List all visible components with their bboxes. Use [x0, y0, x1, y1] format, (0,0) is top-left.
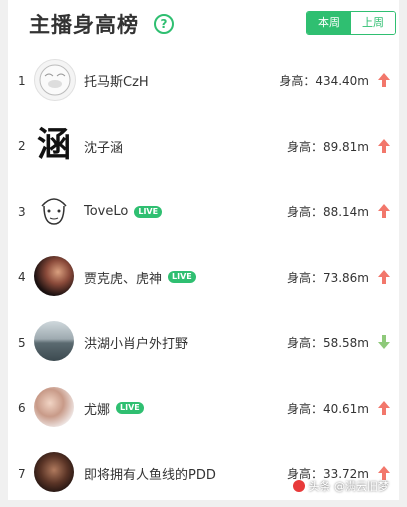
ranking-row[interactable]: 2 涵 沈子涵 身高：89.81m — [8, 114, 399, 180]
rank-number: 6 — [18, 401, 26, 416]
rank-number: 7 — [18, 466, 26, 481]
avatar-glyph: 涵 — [37, 124, 71, 165]
ranking-row[interactable]: 3 ToveLo LIVE 身高：88.14m — [8, 179, 399, 245]
toutiao-logo-icon — [292, 480, 305, 492]
rank-number: 3 — [18, 204, 26, 219]
live-badge: LIVE — [116, 402, 144, 415]
arrow-up-icon — [378, 138, 390, 153]
question-circle-icon[interactable]: ? — [154, 14, 174, 34]
ranking-row[interactable]: 7 即将拥有人鱼线的PDD 身高：33.72m — [8, 441, 399, 507]
photo-avatar[interactable] — [34, 255, 74, 296]
ranking-list: 1 托马斯CzH 身高：434.40m 2 涵 沈子涵 身高：89.81m 3 … — [8, 48, 399, 507]
landscape-avatar[interactable] — [34, 321, 74, 361]
ranking-row[interactable]: 6 尤娜 LIVE 身高：40.61m — [8, 376, 399, 442]
ranking-row[interactable]: 5 洪湖小肖户外打野 身高：58.58m — [8, 310, 399, 376]
arrow-up-icon — [378, 269, 390, 284]
height-value: 身高：434.40m — [279, 74, 369, 89]
height-value: 身高：58.58m — [286, 336, 369, 351]
tab-last-week[interactable]: 上周 — [351, 12, 395, 34]
ranking-row[interactable]: 4 贾克虎、虎神 LIVE 身高：73.86m — [8, 245, 399, 311]
rank-number: 1 — [18, 73, 26, 88]
height-value: 身高：73.86m — [286, 270, 369, 285]
ranking-panel: 主播身高榜 ? 本周 上周 1 托马斯CzH 身高：434.40m 2 涵 沈子… — [8, 0, 399, 500]
arrow-up-icon — [378, 400, 390, 415]
live-badge: LIVE — [168, 271, 196, 284]
streamer-name[interactable]: 沈子涵 — [84, 114, 123, 180]
arrow-up-icon — [378, 204, 390, 218]
cartoon-face-avatar[interactable] — [34, 190, 74, 230]
tab-this-week[interactable]: 本周 — [307, 12, 351, 34]
week-tabs: 本周 上周 — [306, 11, 396, 35]
streamer-name[interactable]: ToveLo LIVE — [84, 179, 163, 245]
rank-number: 5 — [18, 335, 26, 350]
header: 主播身高榜 ? 本周 上周 — [8, 0, 399, 48]
streamer-name[interactable]: 贾克虎、虎神 LIVE — [84, 245, 196, 311]
height-value: 身高：89.81m — [286, 139, 369, 154]
sketch-face-avatar[interactable] — [34, 59, 76, 101]
page-title: 主播身高榜 — [29, 13, 139, 37]
rank-number: 4 — [18, 270, 26, 285]
calligraphy-avatar[interactable]: 涵 — [34, 124, 74, 165]
streamer-name[interactable]: 即将拥有人鱼线的PDD — [84, 441, 216, 507]
photo-avatar[interactable] — [34, 452, 74, 492]
streamer-name[interactable]: 托马斯CzH — [84, 48, 149, 114]
streamer-name[interactable]: 尤娜 LIVE — [84, 376, 144, 442]
height-value: 身高：40.61m — [286, 401, 369, 416]
ranking-row[interactable]: 1 托马斯CzH 身高：434.40m — [8, 48, 399, 114]
live-badge: LIVE — [134, 205, 163, 218]
height-value: 身高：33.72m — [286, 467, 369, 482]
arrow-up-icon — [378, 73, 390, 87]
arrow-down-icon — [378, 335, 390, 349]
watermark: 头条 @满云旧梦 — [292, 478, 389, 494]
streamer-name[interactable]: 洪湖小肖户外打野 — [84, 310, 188, 376]
height-value: 身高：88.14m — [286, 205, 369, 220]
rank-number: 2 — [18, 139, 26, 154]
photo-avatar[interactable] — [34, 386, 74, 427]
